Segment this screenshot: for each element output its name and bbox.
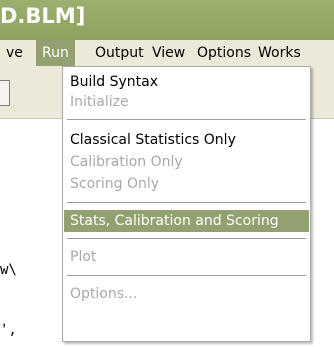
menu-item-initialize[interactable]: Initialize	[64, 91, 309, 113]
editor-text-fragment: w\	[0, 262, 17, 278]
title-bar: D.BLM]	[0, 0, 334, 40]
menu-item-scoring-only[interactable]: Scoring Only	[64, 173, 309, 195]
menu-view[interactable]: View	[146, 40, 191, 66]
menu-bar: ve Run Output View Options Works	[0, 40, 334, 67]
menu-options[interactable]: Options	[191, 40, 257, 66]
toolbar-button[interactable]	[0, 80, 10, 106]
menu-separator	[67, 238, 306, 240]
run-menu-dropdown: Build Syntax Initialize Classical Statis…	[62, 66, 311, 342]
menu-separator	[67, 275, 306, 277]
menu-separator	[67, 119, 306, 121]
editor-text-fragment: ',	[0, 322, 17, 338]
menu-item-options[interactable]: Options...	[64, 283, 309, 305]
menu-output[interactable]: Output	[89, 40, 150, 66]
menu-file-partial[interactable]: ve	[0, 40, 29, 66]
menu-item-plot[interactable]: Plot	[64, 246, 309, 268]
menu-separator	[67, 202, 306, 204]
menu-run[interactable]: Run	[36, 40, 75, 66]
menu-workspace-partial[interactable]: Works	[252, 40, 307, 66]
window-title: D.BLM]	[0, 4, 86, 28]
menu-item-stats-calibration-scoring[interactable]: Stats, Calibration and Scoring	[64, 210, 309, 232]
menu-item-build-syntax[interactable]: Build Syntax	[64, 71, 309, 93]
menu-item-calibration-only[interactable]: Calibration Only	[64, 151, 309, 173]
menu-item-classical-statistics-only[interactable]: Classical Statistics Only	[64, 129, 309, 151]
